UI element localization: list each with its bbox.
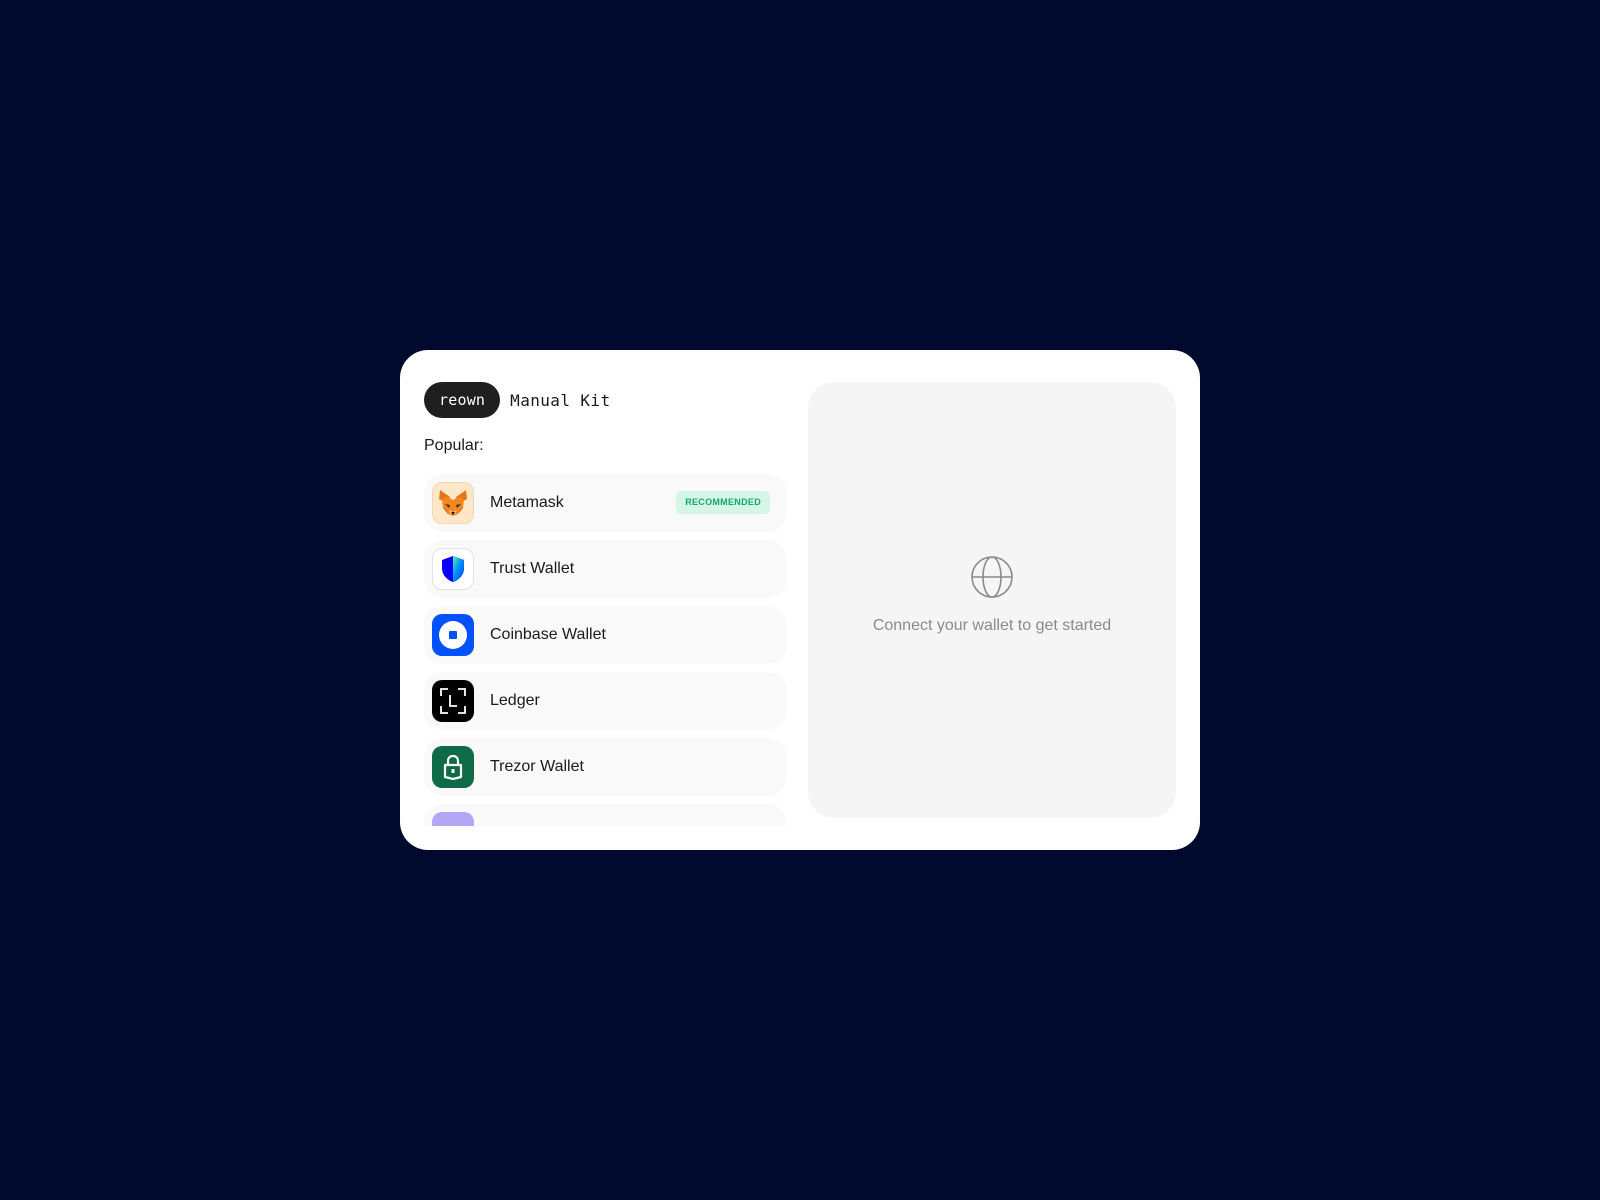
wallet-icon xyxy=(432,812,474,826)
wallet-selector: reown Manual Kit Popular: Metamask RECOM… xyxy=(424,382,786,826)
wallet-name: Ledger xyxy=(490,692,540,709)
coinbase-icon xyxy=(432,614,474,656)
popular-section-label: Popular: xyxy=(424,437,484,454)
recommended-badge: RECOMMENDED xyxy=(676,491,770,514)
wallet-list[interactable]: Metamask RECOMMENDED Trust Wallet Coinba… xyxy=(424,474,786,826)
brand-header: reown Manual Kit xyxy=(424,382,786,418)
wallet-item-partial[interactable] xyxy=(424,804,786,826)
wallet-name: Trust Wallet xyxy=(490,560,575,577)
wallet-item-trust-wallet[interactable]: Trust Wallet xyxy=(424,540,786,598)
wallet-item-ledger[interactable]: Ledger xyxy=(424,672,786,730)
product-title: Manual Kit xyxy=(510,390,611,410)
wallet-name: Coinbase Wallet xyxy=(490,626,606,643)
trezor-lock-icon xyxy=(432,746,474,788)
wallet-item-coinbase-wallet[interactable]: Coinbase Wallet xyxy=(424,606,786,664)
brand-logo: reown xyxy=(424,382,501,418)
globe-icon xyxy=(971,556,1013,598)
ledger-icon xyxy=(432,680,474,722)
wallet-connect-card: reown Manual Kit Popular: Metamask RECOM… xyxy=(400,350,1200,850)
wallet-name: Trezor Wallet xyxy=(490,758,584,775)
wallet-item-trezor-wallet[interactable]: Trezor Wallet xyxy=(424,738,786,796)
metamask-fox-icon xyxy=(432,482,474,524)
trust-wallet-shield-icon xyxy=(432,548,474,590)
connect-message: Connect your wallet to get started xyxy=(872,617,1112,634)
wallet-name: Metamask xyxy=(490,494,564,511)
connect-panel: Connect your wallet to get started xyxy=(808,382,1176,818)
wallet-item-metamask[interactable]: Metamask RECOMMENDED xyxy=(424,474,786,532)
